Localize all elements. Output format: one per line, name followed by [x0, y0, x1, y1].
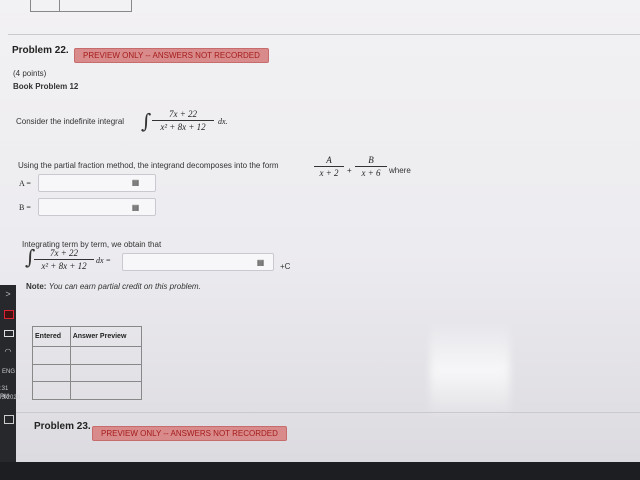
integral-sign: ∫ [141, 109, 152, 133]
previous-answer-table [30, 0, 132, 12]
integrand-numerator: 7x + 22 [168, 109, 198, 119]
note-text: You can earn partial credit on this prob… [48, 282, 201, 291]
table-row [32, 363, 143, 383]
fraction-b-numerator: B [368, 155, 374, 165]
fraction-b: B x + 6 [355, 155, 387, 178]
monitor-bezel [0, 462, 640, 480]
fraction-b-denominator: x + 6 [361, 168, 381, 178]
integrand-fraction: 7x + 22 x² + 8x + 12 [152, 109, 214, 132]
decompose-text: Using the partial fraction method, the i… [18, 161, 279, 170]
partial-credit-note: Note: You can earn partial credit on thi… [26, 282, 201, 291]
answer-preview-table: Entered Answer Preview [32, 326, 143, 400]
table-row [32, 345, 143, 365]
where-text: where [389, 166, 411, 175]
consider-text: Consider the indefinite integral [16, 117, 125, 126]
table-header-entered: Entered [32, 326, 71, 347]
book-reference: Book Problem 12 [13, 82, 79, 91]
integrand-numerator: 7x + 22 [49, 248, 79, 258]
integral-answer-input[interactable] [122, 253, 274, 271]
notification-icon[interactable] [4, 415, 14, 424]
table-row [32, 381, 143, 400]
fraction-a: A x + 2 [314, 155, 344, 178]
math-keyboard-icon[interactable]: ▦ [129, 203, 141, 213]
b-label: B = [19, 203, 31, 212]
table-header-preview: Answer Preview [69, 326, 143, 347]
integrand-denominator: x² + 8x + 12 [41, 261, 87, 271]
dx-equals-text: dx = [96, 256, 111, 265]
language-indicator[interactable]: ENG [2, 369, 15, 375]
divider [8, 412, 640, 413]
problem-title: Problem 22. [12, 45, 69, 56]
plus-sign: + [347, 166, 352, 175]
security-icon[interactable] [4, 310, 14, 319]
battery-icon[interactable] [4, 330, 14, 337]
preview-badge: PREVIEW ONLY -- ANSWERS NOT RECORDED [92, 426, 287, 441]
math-keyboard-icon[interactable]: ▦ [254, 258, 266, 268]
integrand-fraction-2: 7x + 22 x² + 8x + 12 [34, 248, 94, 271]
clock-date[interactable]: /3/2020 [0, 395, 20, 401]
fraction-a-numerator: A [326, 155, 332, 165]
browser-viewport: Problem 22. PREVIEW ONLY -- ANSWERS NOT … [0, 0, 640, 462]
problem-title: Problem 23. [34, 421, 91, 432]
math-keyboard-icon[interactable]: ▦ [129, 178, 141, 188]
plus-c-text: +C [280, 262, 291, 271]
chevron-right-icon[interactable]: > [2, 289, 14, 299]
note-label: Note: [26, 282, 47, 291]
taskbar: > ◠ ENG :31 PM /3/2020 [0, 285, 20, 462]
integrand-denominator: x² + 8x + 12 [160, 122, 206, 132]
screen-glare [430, 320, 510, 420]
dx-text: dx. [218, 117, 228, 126]
divider [8, 34, 640, 35]
preview-badge: PREVIEW ONLY -- ANSWERS NOT RECORDED [74, 48, 269, 63]
problem-points: (4 points) [13, 69, 47, 78]
a-label: A = [19, 179, 31, 188]
wifi-icon[interactable]: ◠ [2, 347, 14, 356]
fraction-a-denominator: x + 2 [319, 168, 339, 178]
